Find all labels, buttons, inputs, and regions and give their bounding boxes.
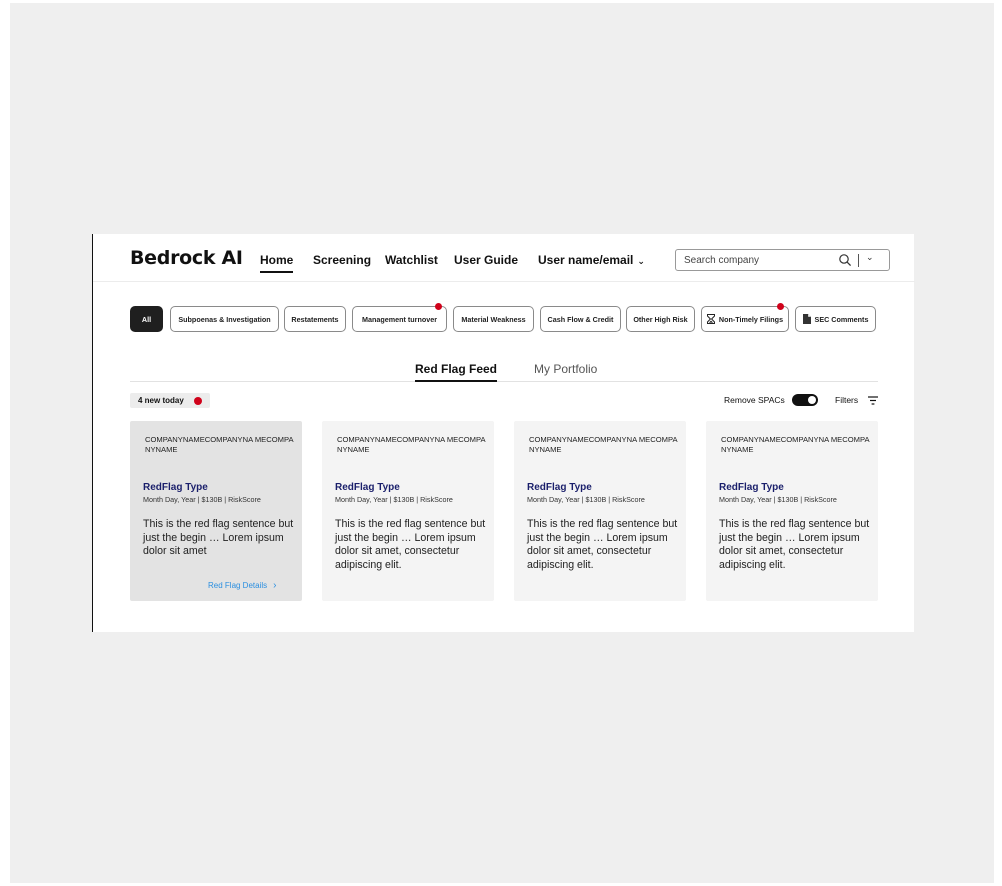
alert-dot	[435, 303, 442, 310]
company-name: COMPANYNAMECOMPANYNA MECOMPANYNAME	[337, 435, 486, 454]
company-name: COMPANYNAMECOMPANYNA MECOMPANYNAME	[721, 435, 870, 454]
chip-cash-flow-credit[interactable]: Cash Flow & Credit	[540, 306, 621, 332]
chip-cashflow-label: Cash Flow & Credit	[547, 314, 614, 324]
red-flag-card[interactable]: COMPANYNAMECOMPANYNA MECOMPANYNAME RedFl…	[706, 421, 878, 601]
red-flag-card[interactable]: COMPANYNAMECOMPANYNA MECOMPANYNAME RedFl…	[130, 421, 302, 601]
chip-subpoenas[interactable]: Subpoenas & Investigation	[170, 306, 279, 332]
company-name: COMPANYNAMECOMPANYNA MECOMPANYNAME	[529, 435, 678, 454]
flag-meta: Month Day, Year | $130B | RiskScore	[527, 495, 645, 504]
user-menu-label: User name/email	[538, 253, 634, 267]
flag-meta: Month Day, Year | $130B | RiskScore	[719, 495, 837, 504]
flag-sentence: This is the red flag sentence but just t…	[335, 518, 486, 571]
chip-restatements-label: Restatements	[291, 314, 339, 324]
document-icon	[802, 314, 811, 324]
alert-dot	[193, 396, 202, 405]
chip-nontimely-label: Non-Timely Filings	[718, 314, 784, 324]
flag-type: RedFlag Type	[335, 482, 400, 493]
logo: Bedrock AI	[130, 247, 243, 269]
toggle-knob	[808, 396, 816, 404]
filters-label: Filters	[835, 395, 859, 405]
search-input[interactable]	[684, 253, 824, 267]
user-menu[interactable]: User name/email ⌄	[538, 253, 645, 267]
chip-sec-comments[interactable]: SEC Comments	[795, 306, 876, 332]
flag-meta: Month Day, Year | $130B | RiskScore	[335, 495, 453, 504]
chip-subpoenas-label: Subpoenas & Investigation	[178, 314, 271, 324]
chevron-right-icon: ›	[273, 580, 277, 591]
flag-type: RedFlag Type	[527, 482, 592, 493]
tab-my-portfolio[interactable]: My Portfolio	[534, 362, 597, 376]
filters-button[interactable]: Filters	[835, 395, 878, 405]
red-flag-details-link[interactable]: Red Flag Details ›	[208, 580, 276, 591]
red-flag-card[interactable]: COMPANYNAMECOMPANYNA MECOMPANYNAME RedFl…	[322, 421, 494, 601]
tab-red-flag-feed[interactable]: Red Flag Feed	[415, 362, 498, 382]
chip-material-label: Material Weakness	[461, 314, 526, 324]
flag-type: RedFlag Type	[719, 482, 784, 493]
alert-dot	[777, 303, 784, 310]
nav-user-guide[interactable]: User Guide	[454, 253, 518, 267]
flag-meta: Month Day, Year | $130B | RiskScore	[143, 495, 261, 504]
app-window: Bedrock AI Home Screening Watchlist User…	[92, 234, 915, 632]
details-label: Red Flag Details	[208, 581, 268, 590]
chip-management-turnover[interactable]: Management turnover	[352, 303, 447, 332]
nav-screening[interactable]: Screening	[313, 253, 371, 267]
new-today-label: 4 new today	[138, 396, 184, 405]
chip-management-label: Management turnover	[361, 314, 438, 324]
remove-spacs-label: Remove SPACs	[724, 395, 785, 405]
search-box: ⌄	[675, 249, 890, 271]
chip-other-label: Other High Risk	[633, 314, 688, 324]
nav-home[interactable]: Home	[260, 253, 294, 273]
chip-other-high-risk[interactable]: Other High Risk	[626, 306, 695, 332]
nav-watchlist[interactable]: Watchlist	[385, 253, 438, 267]
search-divider	[858, 254, 859, 267]
flag-sentence: This is the red flag sentence but just t…	[527, 518, 678, 571]
remove-spacs-toggle[interactable]	[792, 394, 818, 406]
flag-sentence: This is the red flag sentence but just t…	[719, 518, 870, 571]
top-navigation-bar: Bedrock AI Home Screening Watchlist User…	[93, 234, 915, 282]
chip-restatements[interactable]: Restatements	[284, 306, 346, 332]
flag-sentence: This is the red flag sentence but just t…	[143, 518, 294, 557]
red-flag-card[interactable]: COMPANYNAMECOMPANYNA MECOMPANYNAME RedFl…	[514, 421, 686, 601]
chip-all[interactable]: All	[130, 306, 163, 332]
search-icon[interactable]	[838, 253, 852, 267]
chip-sec-label: SEC Comments	[814, 314, 869, 324]
new-today-badge: 4 new today	[130, 393, 210, 408]
chip-all-label: All	[141, 314, 152, 324]
filter-icon	[868, 396, 878, 405]
chip-material-weakness[interactable]: Material Weakness	[453, 306, 534, 332]
chevron-down-icon: ⌄	[637, 256, 645, 266]
search-dropdown-chevron-icon[interactable]: ⌄	[866, 252, 874, 263]
flag-type: RedFlag Type	[143, 482, 208, 493]
hourglass-icon	[706, 314, 715, 324]
feed-tabs: Red Flag Feed My Portfolio	[130, 358, 878, 382]
company-name: COMPANYNAMECOMPANYNA MECOMPANYNAME	[145, 435, 294, 454]
chip-non-timely-filings[interactable]: Non-Timely Filings	[701, 303, 789, 332]
